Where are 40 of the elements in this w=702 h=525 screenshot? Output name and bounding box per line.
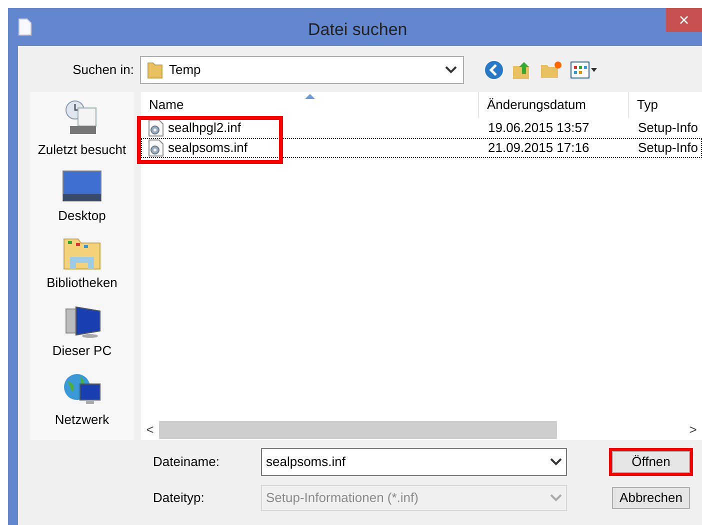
look-in-label: Suchen in: <box>72 61 135 80</box>
column-header[interactable]: Typ <box>629 92 702 118</box>
scroll-right-button[interactable]: > <box>684 420 702 440</box>
look-in-dropdown[interactable]: Temp <box>140 56 464 84</box>
file-name: sealpsoms.inf <box>168 139 248 158</box>
file-type: Setup-Info <box>637 139 698 158</box>
dialog-button[interactable]: Abbrechen <box>612 487 690 509</box>
view-menu-icon[interactable] <box>570 61 598 79</box>
places-item[interactable]: Bibliotheken <box>46 273 118 292</box>
file-row[interactable]: sealpsoms.inf 21.09.2015 17:16 Setup-Info <box>141 138 702 158</box>
chevron-down-icon <box>550 494 562 502</box>
settings-file-icon <box>148 139 164 157</box>
file-type: Setup-Info <box>637 119 698 138</box>
filetype-label: Dateityp: <box>153 489 206 508</box>
column-header[interactable]: Änderungsdatum <box>479 92 629 118</box>
look-in-value: Temp <box>169 61 202 80</box>
document-icon <box>18 18 32 36</box>
chevron-down-icon <box>445 66 457 74</box>
file-date: 21.09.2015 17:16 <box>487 139 590 158</box>
desktop-icon <box>62 170 102 204</box>
settings-file-icon <box>148 119 164 137</box>
sort-up-icon <box>305 93 315 99</box>
dialog-button[interactable]: Öffnen <box>612 451 690 473</box>
close-button[interactable]: × <box>666 8 702 32</box>
window-title: Datei suchen <box>308 19 408 41</box>
file-row[interactable]: sealhpgl2.inf 19.06.2015 13:57 Setup-Info <box>141 118 702 138</box>
folder-icon <box>147 61 163 79</box>
new-folder-icon[interactable] <box>540 60 562 80</box>
file-date: 19.06.2015 13:57 <box>487 119 590 138</box>
filename-label: Dateiname: <box>153 453 220 472</box>
scroll-left-button[interactable]: < <box>141 420 159 440</box>
file-name: sealhpgl2.inf <box>168 119 241 138</box>
places-item[interactable]: Dieser PC <box>52 340 112 360</box>
chevron-down-icon <box>550 458 562 466</box>
places-item[interactable]: Zuletzt besucht <box>38 140 126 160</box>
column-header[interactable]: Name <box>141 92 479 118</box>
places-item[interactable]: Desktop <box>58 206 106 225</box>
folder-up-icon[interactable] <box>512 60 532 80</box>
filename-field[interactable]: sealpsoms.inf <box>261 448 567 476</box>
places-item[interactable]: Netzwerk <box>54 410 110 430</box>
